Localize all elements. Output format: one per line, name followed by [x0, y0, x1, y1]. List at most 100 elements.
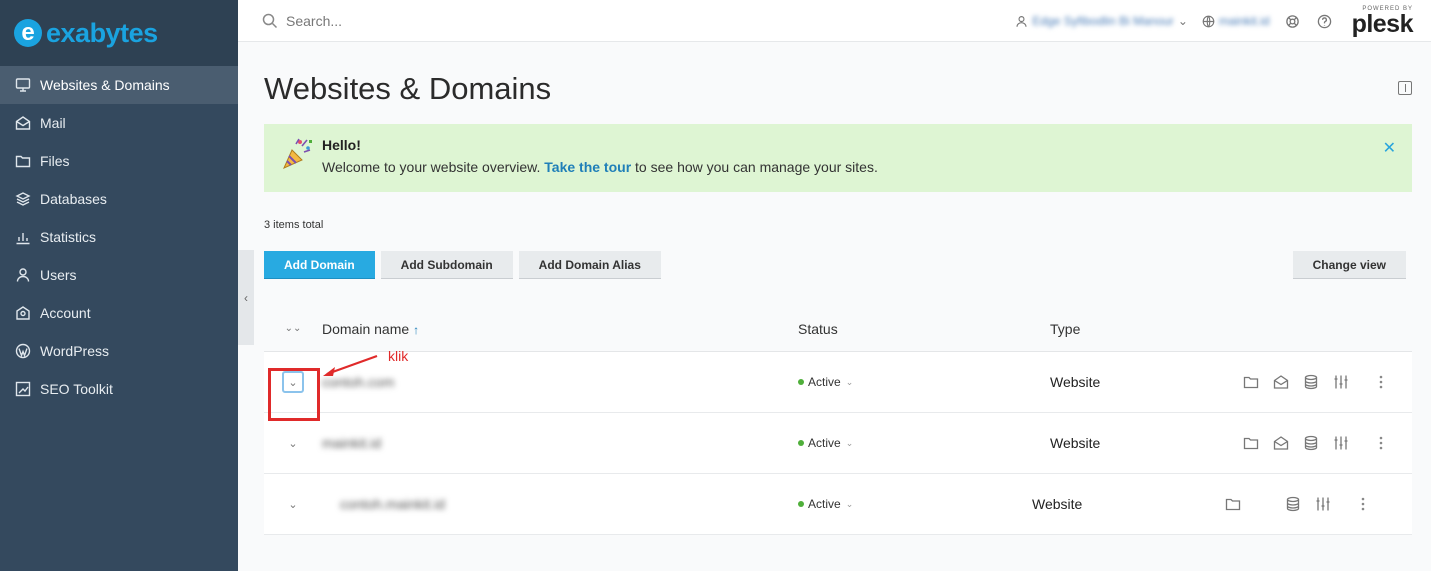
panel-toggle-icon[interactable] — [1398, 81, 1412, 95]
column-header-status[interactable]: Status — [798, 321, 1050, 337]
sidebar-item-users[interactable]: Users — [0, 256, 238, 294]
toolbar: Add Domain Add Subdomain Add Domain Alia… — [264, 250, 1412, 280]
subscription-selector[interactable]: mainkit.id — [1202, 14, 1270, 28]
change-view-button[interactable]: Change view — [1292, 251, 1406, 279]
status-selector[interactable]: Active ⌄ — [798, 497, 1032, 511]
search-input[interactable]: Search... — [238, 13, 838, 29]
domain-type: Website — [1050, 374, 1101, 390]
sidebar-item-mail[interactable]: Mail — [0, 104, 238, 142]
take-tour-link[interactable]: Take the tour — [544, 159, 631, 175]
sidebar-item-seo-toolkit[interactable]: SEO Toolkit — [0, 370, 238, 408]
mail-icon[interactable] — [1266, 374, 1296, 390]
chevron-down-icon: ⌄ — [845, 498, 854, 509]
add-domain-button[interactable]: Add Domain — [264, 251, 375, 279]
annotation-label: klik — [388, 348, 409, 364]
sidebar-item-label: WordPress — [40, 343, 109, 359]
database-icon — [14, 190, 32, 208]
bar-chart-icon — [14, 228, 32, 246]
sidebar-item-databases[interactable]: Databases — [0, 180, 238, 218]
status-dot — [798, 501, 804, 507]
topbar: Search... Edge Syfibodlin Bi Manour ⌄ ma… — [238, 0, 1431, 42]
table-row: ⌄ contoh.mainkit.id Active ⌄ Website — [264, 474, 1412, 535]
table-row: ⌄ mainkit.id Active ⌄ Website — [264, 413, 1412, 474]
sidebar-item-label: Files — [40, 153, 70, 169]
chevron-down-icon: ⌄ — [1177, 14, 1188, 28]
mail-icon — [14, 114, 32, 132]
files-icon[interactable] — [1236, 435, 1266, 451]
sidebar-item-label: Statistics — [40, 229, 97, 245]
table-row: ⌄ contoh.com Active ⌄ Website — [264, 352, 1412, 413]
sidebar: e exabytes Websites & Domains Mail Files… — [0, 0, 238, 571]
plesk-logo: POWERED BY plesk — [1351, 5, 1414, 38]
sidebar-item-label: Websites & Domains — [40, 77, 170, 93]
expand-row-button[interactable]: ⌄ — [282, 493, 304, 515]
user-menu[interactable]: Edge Syfibodlin Bi Manour ⌄ — [1015, 14, 1188, 28]
database-icon[interactable] — [1296, 435, 1326, 451]
user-icon — [14, 266, 32, 284]
lifebuoy-icon — [1286, 14, 1299, 28]
sidebar-item-account[interactable]: Account — [0, 294, 238, 332]
status-dot — [798, 440, 804, 446]
main-content: Websites & Domains Hello! Welcome to you… — [264, 42, 1412, 535]
help-button[interactable] — [1316, 12, 1334, 30]
mail-icon[interactable] — [1266, 435, 1296, 451]
more-options-icon[interactable] — [1366, 374, 1396, 390]
sidebar-item-statistics[interactable]: Statistics — [0, 218, 238, 256]
domain-type: Website — [1050, 435, 1101, 451]
user-icon — [1016, 15, 1027, 27]
account-icon — [14, 304, 32, 322]
sidebar-item-label: Mail — [40, 115, 66, 131]
status-dot — [798, 379, 804, 385]
close-icon[interactable]: ✕ — [1383, 138, 1396, 158]
sidebar-item-label: Databases — [40, 191, 107, 207]
more-options-icon[interactable] — [1348, 496, 1378, 512]
logo-text: exabytes — [46, 17, 158, 48]
annotation-highlight-box — [268, 368, 320, 421]
expand-row-button[interactable]: ⌄ — [282, 432, 304, 454]
sidebar-collapse-toggle[interactable]: ‹ — [238, 250, 254, 345]
expand-all-icon[interactable]: ⌄⌄ — [282, 318, 304, 340]
chevron-down-icon: ⌄ — [845, 437, 854, 448]
domain-type: Website — [1032, 496, 1083, 512]
party-popper-icon — [283, 138, 312, 169]
sidebar-item-label: Account — [40, 305, 91, 321]
chevron-down-icon: ⌄ — [845, 376, 854, 387]
items-total: 3 items total — [264, 219, 324, 231]
globe-icon — [1202, 15, 1215, 27]
user-name: Edge Syfibodlin Bi Manour — [1032, 14, 1174, 28]
add-subdomain-button[interactable]: Add Subdomain — [380, 251, 513, 279]
files-icon[interactable] — [1218, 496, 1248, 512]
database-icon[interactable] — [1296, 374, 1326, 390]
sidebar-item-files[interactable]: Files — [0, 142, 238, 180]
settings-sliders-icon[interactable] — [1326, 374, 1356, 390]
help-icon — [1317, 14, 1332, 28]
settings-sliders-icon[interactable] — [1326, 435, 1356, 451]
welcome-text: Hello! Welcome to your website overview.… — [322, 134, 878, 182]
more-options-icon[interactable] — [1366, 435, 1396, 451]
database-icon[interactable] — [1278, 496, 1308, 512]
domain-name[interactable]: mainkit.id — [322, 435, 381, 451]
folder-icon — [14, 152, 32, 170]
add-domain-alias-button[interactable]: Add Domain Alias — [518, 251, 661, 279]
sidebar-item-websites-domains[interactable]: Websites & Domains — [0, 66, 238, 104]
search-icon — [262, 13, 278, 28]
sidebar-item-wordpress[interactable]: WordPress — [0, 332, 238, 370]
domains-table: ⌄⌄ Domain name ↑ Status Type ⌄ contoh.com… — [264, 306, 1412, 535]
status-selector[interactable]: Active ⌄ — [798, 375, 1050, 389]
column-header-domain[interactable]: Domain name ↑ — [322, 321, 798, 337]
sidebar-item-label: Users — [40, 267, 77, 283]
files-icon[interactable] — [1236, 374, 1266, 390]
status-selector[interactable]: Active ⌄ — [798, 436, 1050, 450]
settings-sliders-icon[interactable] — [1308, 496, 1338, 512]
seo-icon — [14, 380, 32, 398]
notifications-button[interactable] — [1284, 12, 1302, 30]
welcome-banner: Hello! Welcome to your website overview.… — [264, 124, 1412, 192]
chevron-left-icon: ‹ — [244, 290, 248, 305]
column-header-type[interactable]: Type — [1050, 321, 1236, 337]
search-placeholder: Search... — [286, 12, 343, 29]
domain-name[interactable]: contoh.mainkit.id — [340, 496, 445, 512]
logo-mark: e — [14, 19, 42, 47]
brand-logo[interactable]: e exabytes — [0, 0, 238, 66]
welcome-message: Welcome to your website overview. Take t… — [322, 159, 878, 175]
table-header: ⌄⌄ Domain name ↑ Status Type — [264, 306, 1412, 352]
